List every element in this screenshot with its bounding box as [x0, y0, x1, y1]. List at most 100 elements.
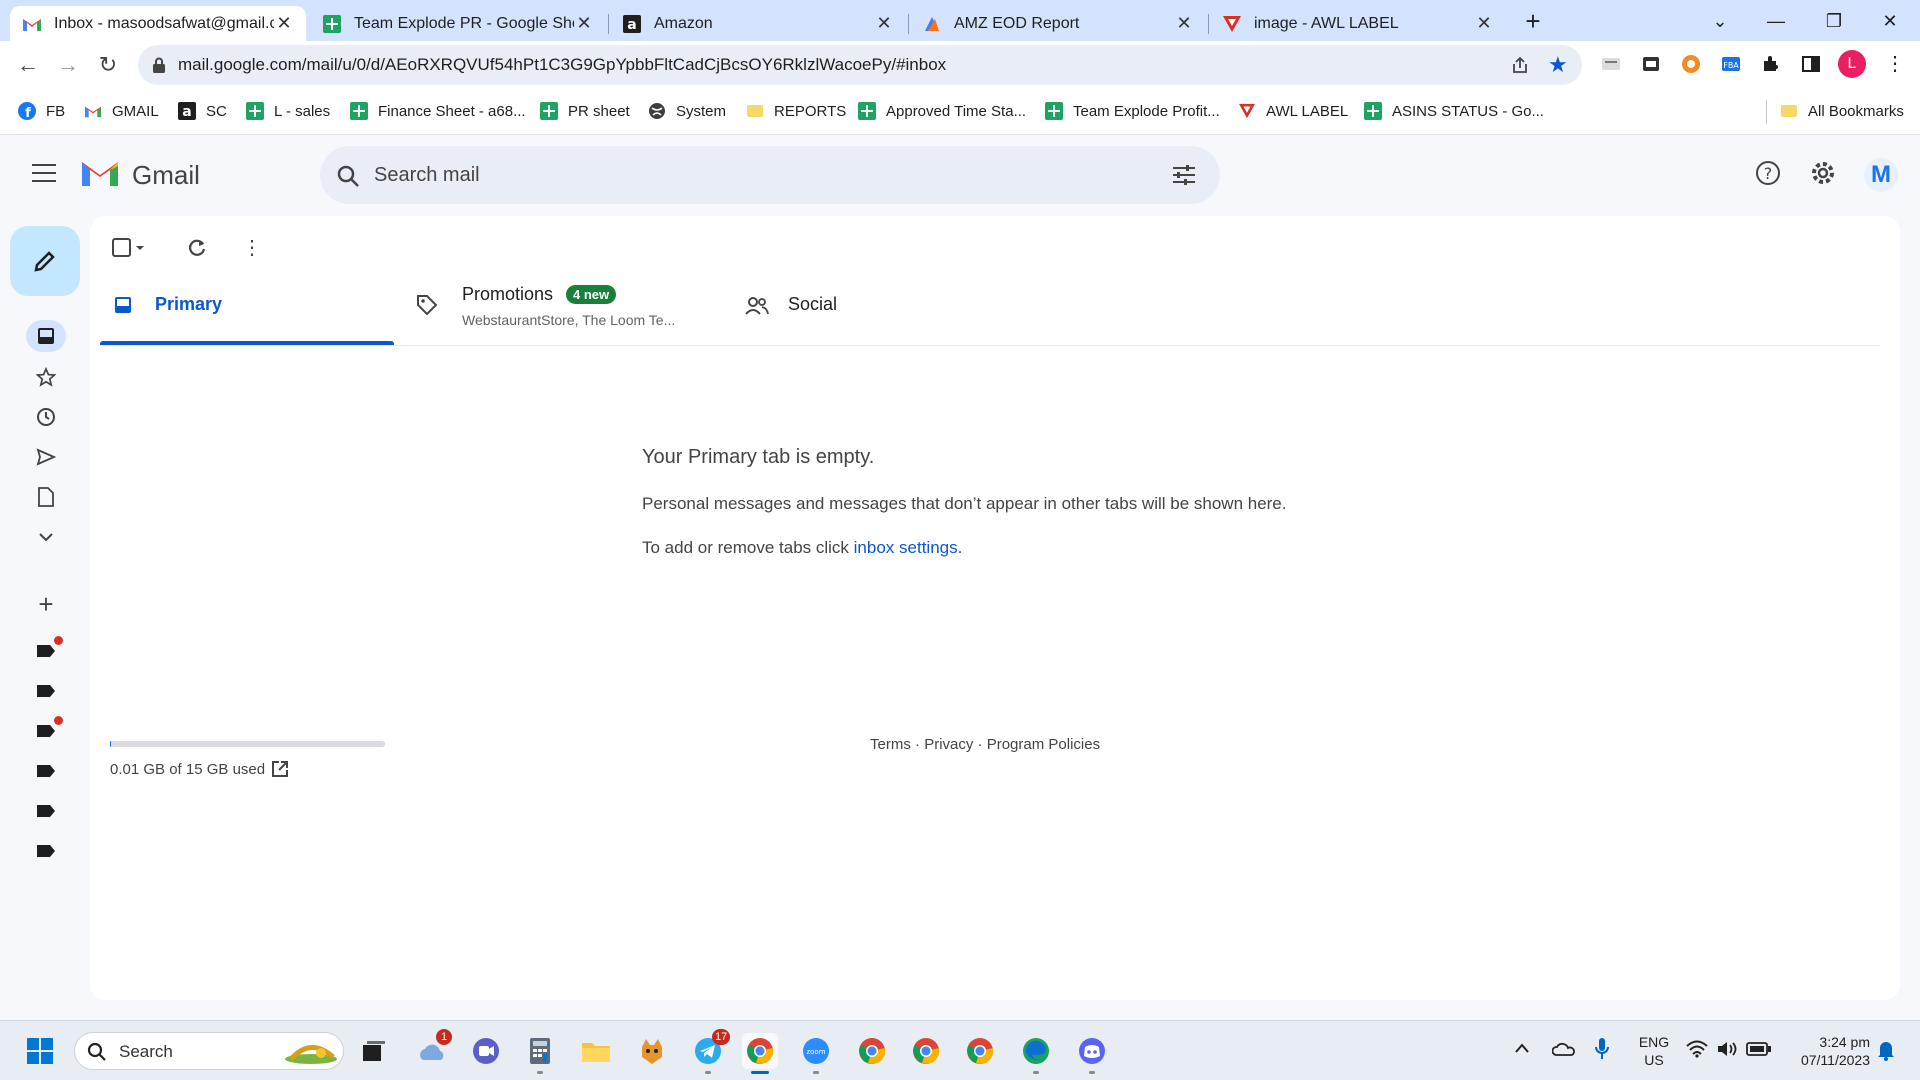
taskbar-teams[interactable]: [468, 1033, 504, 1069]
settings-gear-icon[interactable]: [1810, 160, 1836, 191]
tab-social[interactable]: Social: [688, 272, 982, 344]
tab-search-chevron-icon[interactable]: ⌄: [1700, 6, 1740, 36]
bookmark-team-explode-profit[interactable]: Team Explode Profit...: [1045, 102, 1220, 120]
tab-close-icon[interactable]: ✕: [574, 13, 594, 34]
search-input[interactable]: [374, 162, 1134, 188]
taskbar-weather[interactable]: 1: [414, 1029, 452, 1069]
microphone-icon[interactable]: [1594, 1037, 1610, 1066]
inbox-nav[interactable]: [26, 320, 66, 352]
notification-bell-icon[interactable]: [1876, 1039, 1896, 1066]
tab-team-explode-pr[interactable]: Team Explode PR - Google Sheets ✕: [310, 6, 606, 41]
restore-button[interactable]: ❐: [1814, 6, 1854, 36]
tab-close-icon[interactable]: ✕: [1174, 13, 1194, 34]
open-external-icon[interactable]: [270, 759, 290, 784]
taskbar-app[interactable]: [634, 1033, 670, 1069]
clock[interactable]: 3:24 pm 07/11/2023: [1780, 1033, 1870, 1069]
wifi-icon[interactable]: [1686, 1040, 1708, 1063]
inbox-settings-link[interactable]: inbox settings: [854, 538, 958, 557]
search-icon[interactable]: [336, 164, 360, 193]
profile-avatar[interactable]: L: [1838, 50, 1866, 78]
side-panel-icon[interactable]: [1800, 53, 1822, 75]
input-language[interactable]: ENG US: [1634, 1033, 1674, 1069]
privacy-link[interactable]: Privacy: [924, 736, 973, 753]
taskbar-zoom[interactable]: zoom: [798, 1033, 834, 1074]
refresh-icon[interactable]: [187, 238, 207, 263]
tab-close-icon[interactable]: ✕: [874, 13, 894, 34]
label-nav[interactable]: [26, 835, 66, 867]
taskbar-discord[interactable]: [1074, 1033, 1110, 1074]
bookmark-approved-time[interactable]: Approved Time Sta...: [858, 102, 1026, 120]
bookmark-finance-sheet[interactable]: Finance Sheet - a68...: [350, 102, 526, 120]
task-view-button[interactable]: [356, 1033, 392, 1069]
gmail-logo-icon[interactable]: [80, 158, 120, 188]
terms-link[interactable]: Terms: [870, 736, 911, 753]
compose-button[interactable]: [10, 226, 80, 296]
tab-gmail-inbox[interactable]: Inbox - masoodsafwat@gmail.com - Gmail ✕: [10, 6, 306, 41]
bookmark-pr-sheet[interactable]: PR sheet: [540, 102, 630, 120]
tab-primary[interactable]: Primary: [100, 272, 394, 344]
bookmark-gmail[interactable]: GMAIL: [84, 102, 159, 120]
create-label-button[interactable]: +: [26, 588, 66, 620]
lock-icon[interactable]: [152, 57, 166, 78]
taskbar-search[interactable]: Search: [74, 1032, 344, 1070]
extension-icon[interactable]: [1600, 53, 1622, 75]
tab-awl-label[interactable]: image - AWL LABEL ✕: [1210, 6, 1506, 41]
onedrive-icon[interactable]: [1551, 1041, 1576, 1062]
tab-amazon[interactable]: a Amazon ✕: [610, 6, 906, 41]
label-nav[interactable]: [26, 755, 66, 787]
tab-promotions[interactable]: Promotions 4 new WebstaurantStore, The L…: [394, 272, 688, 344]
new-tab-button[interactable]: +: [1519, 8, 1547, 36]
minimize-button[interactable]: —: [1756, 6, 1796, 36]
taskbar-chrome-profile[interactable]: [908, 1033, 944, 1069]
taskbar-telegram[interactable]: 17: [690, 1029, 731, 1074]
back-button[interactable]: ←: [14, 51, 42, 79]
address-bar[interactable]: mail.google.com/mail/u/0/d/AEoRXRQVUf54h…: [138, 45, 1582, 85]
tab-close-icon[interactable]: ✕: [274, 13, 294, 34]
bookmark-star-icon[interactable]: ★: [1548, 52, 1568, 78]
snoozed-nav[interactable]: [26, 401, 66, 433]
bookmark-asins-status[interactable]: ASINS STATUS - Go...: [1364, 102, 1544, 120]
bookmark-reports-folder[interactable]: REPORTS: [746, 102, 846, 120]
puzzle-icon[interactable]: [1760, 53, 1782, 75]
program-policies-link[interactable]: Program Policies: [987, 736, 1100, 753]
taskbar-chrome-active[interactable]: [742, 1033, 778, 1074]
all-bookmarks-button[interactable]: All Bookmarks: [1780, 102, 1904, 120]
extension-icon[interactable]: [1640, 53, 1662, 75]
account-avatar[interactable]: M: [1864, 158, 1898, 192]
label-nav[interactable]: [26, 675, 66, 707]
extension-icon[interactable]: FBA: [1720, 53, 1742, 75]
bookmark-system[interactable]: System: [648, 102, 726, 120]
tab-close-icon[interactable]: ✕: [1474, 13, 1494, 34]
starred-nav[interactable]: [26, 361, 66, 393]
close-window-button[interactable]: ✕: [1870, 6, 1910, 36]
taskbar-calculator[interactable]: [522, 1033, 558, 1074]
taskbar-chrome-profile[interactable]: [854, 1033, 890, 1069]
more-nav[interactable]: [26, 521, 66, 553]
sent-nav[interactable]: [26, 441, 66, 473]
battery-icon[interactable]: [1746, 1041, 1772, 1062]
bookmark-fb[interactable]: f FB: [18, 102, 65, 120]
bookmark-sc[interactable]: a SC: [178, 102, 227, 120]
forward-button[interactable]: →: [54, 51, 82, 79]
taskbar-chrome-profile[interactable]: [962, 1033, 998, 1069]
show-hidden-icons[interactable]: [1514, 1041, 1530, 1059]
main-menu-icon[interactable]: [32, 164, 56, 182]
extension-icon[interactable]: [1680, 53, 1702, 75]
chrome-menu-icon[interactable]: ⋮: [1884, 53, 1906, 75]
taskbar-file-explorer[interactable]: [578, 1033, 614, 1069]
bookmark-awl-label[interactable]: AWL LABEL: [1238, 102, 1348, 120]
help-icon[interactable]: ?: [1755, 160, 1781, 191]
select-all-checkbox[interactable]: [112, 238, 146, 263]
drafts-nav[interactable]: [26, 481, 66, 513]
search-options-icon[interactable]: [1172, 164, 1196, 191]
label-nav[interactable]: [26, 795, 66, 827]
more-options-icon[interactable]: ⋮: [242, 238, 262, 258]
start-button[interactable]: [22, 1033, 58, 1069]
tab-amz-eod-report[interactable]: AMZ EOD Report ✕: [910, 6, 1206, 41]
svg-text:a: a: [627, 17, 636, 33]
volume-icon[interactable]: [1716, 1040, 1740, 1063]
taskbar-edge[interactable]: [1018, 1033, 1054, 1074]
reload-button[interactable]: ↻: [94, 51, 122, 79]
bookmark-l-sales[interactable]: L - sales: [246, 102, 330, 120]
share-icon[interactable]: [1510, 55, 1530, 80]
